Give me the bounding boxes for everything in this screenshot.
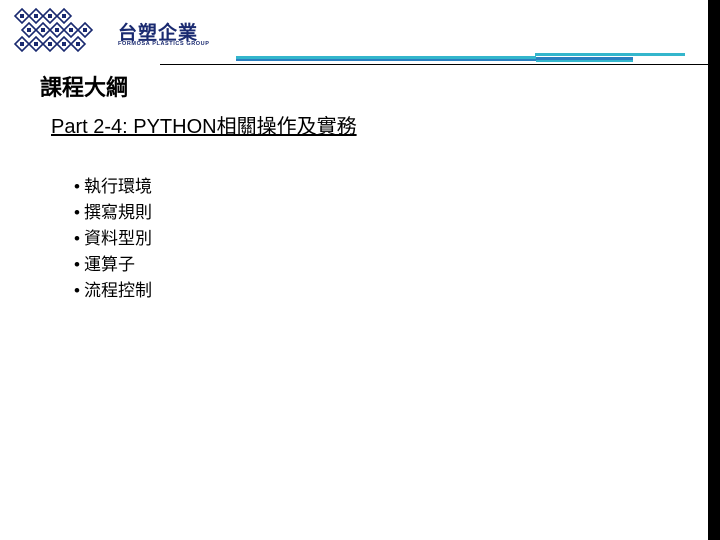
outline-item-text: 運算子 [84,255,135,275]
outline-item-text: 資料型別 [84,229,152,249]
header-rule-cyan [536,60,633,62]
header-rule-blue [236,59,536,61]
outline-item: • 運算子 [74,252,152,278]
outline-item: • 撰寫規則 [74,200,152,226]
formosa-logo-icon [13,7,94,53]
outline-item: • 執行環境 [74,174,152,200]
company-logo: 台塑企業 FORMOSA PLASTICS GROUP [12,6,209,56]
slide: 台塑企業 FORMOSA PLASTICS GROUP 課程大綱 Part 2-… [0,0,720,540]
side-bar [708,0,720,540]
slide-subtitle: Part 2-4: PYTHON相關操作及實務 [51,116,357,138]
bullet-dot: • [74,177,80,196]
header-rule-cyan [535,53,685,56]
bullet-dot: • [74,255,80,274]
bullet-dot: • [74,281,80,300]
outline-item-text: 執行環境 [84,177,152,197]
outline-list: • 執行環境 • 撰寫規則 • 資料型別 • 運算子 • 流程控制 [74,174,152,304]
outline-item-text: 撰寫規則 [84,203,152,223]
header-rule-black [160,64,708,65]
outline-item: • 流程控制 [74,278,152,304]
bullet-dot: • [74,229,80,248]
slide-title: 課程大綱 [40,75,129,101]
outline-item: • 資料型別 [74,226,152,252]
logo-company-name-en: FORMOSA PLASTICS GROUP [118,41,210,47]
bullet-dot: • [74,203,80,222]
outline-item-text: 流程控制 [84,281,152,301]
